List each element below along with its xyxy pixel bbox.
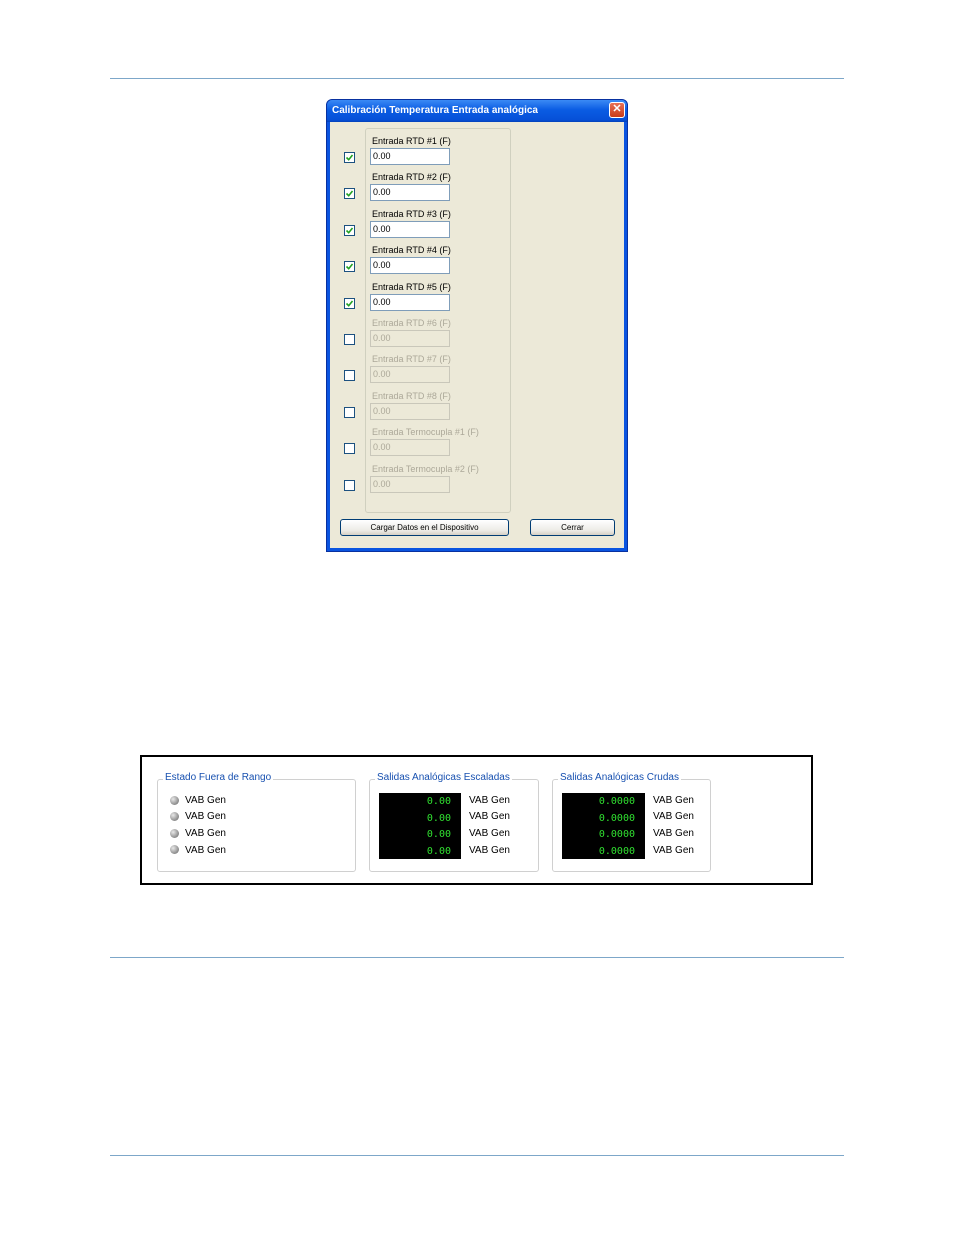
rtd-enable-checkbox[interactable] [344,297,355,309]
status-lamp-icon [170,829,179,838]
scaled-value: 0.00 [426,846,451,857]
out-of-range-label: VAB Gen [185,845,226,856]
rtd-row-label: Entrada RTD #3 (F) [372,208,451,219]
raw-outputs-group: Salidas Analógicas Crudas 0.0000 0.0000 … [552,772,711,872]
dialog-titlebar[interactable]: Calibración Temperatura Entrada analógic… [327,100,627,122]
rtd-enable-checkbox[interactable] [344,152,355,163]
raw-label: VAB Gen [653,811,694,822]
scaled-label: VAB Gen [469,795,510,806]
rtd-row-label: Entrada RTD #7 (F) [372,354,451,365]
rtd-row-label: Entrada RTD #4 (F) [372,245,451,256]
rtd-enable-checkbox[interactable] [344,479,355,491]
raw-outputs-title: Salidas Analógicas Crudas [558,772,681,783]
bottom-rule [110,1155,844,1156]
rtd-value-input[interactable]: 0.00 [370,293,450,311]
raw-label: VAB Gen [653,828,694,839]
rtd-enable-checkbox[interactable] [344,188,355,200]
out-of-range-label: VAB Gen [185,795,226,806]
rtd-row-label: Entrada RTD #5 (F) [372,281,451,292]
scaled-outputs-title: Salidas Analógicas Escaladas [375,772,512,783]
status-lamp-icon [170,796,179,805]
checkmark-icon [345,263,354,271]
load-data-button[interactable]: Cargar Datos en el Dispositivo [340,519,509,536]
rtd-value-input[interactable]: 0.00 [370,366,450,384]
dialog-title: Calibración Temperatura Entrada analógic… [332,105,538,116]
rtd-row-label: Entrada Termocupla #1 (F) [372,427,479,438]
status-lamp-icon [170,812,179,821]
top-rule [110,78,844,79]
rtd-value-input[interactable]: 0.00 [370,475,450,493]
scaled-values-display: 0.00 0.00 0.00 0.00 [379,793,461,859]
analog-output-panel: Estado Fuera de Rango VAB Gen VAB Gen VA… [140,755,813,885]
close-button[interactable]: Cerrar [530,519,615,536]
out-of-range-label: VAB Gen [185,811,226,822]
calibration-dialog: Calibración Temperatura Entrada analógic… [326,99,628,552]
rtd-enable-checkbox[interactable] [344,224,355,236]
scaled-value: 0.00 [426,813,451,824]
out-of-range-title: Estado Fuera de Rango [163,772,274,783]
rtd-row-label: Entrada Termocupla #2 (F) [372,463,479,474]
rtd-value-input[interactable]: 0.00 [370,439,450,457]
rtd-enable-checkbox[interactable] [344,370,355,382]
rtd-enable-checkbox[interactable] [344,334,355,345]
checkmark-icon [345,154,354,161]
scaled-label: VAB Gen [469,811,510,822]
dialog-client-area: Entrada RTD #1 (F) 0.00 Entrada RTD #2 (F)… [330,122,624,548]
raw-value: 0.0000 [598,846,635,857]
rtd-value-input[interactable]: 0.00 [370,220,450,238]
raw-value: 0.0000 [598,813,635,824]
scaled-outputs-group: Salidas Analógicas Escaladas 0.00 0.00 0… [369,772,539,872]
rtd-value-input[interactable]: 0.00 [370,257,450,275]
rtd-value-input[interactable]: 0.00 [370,330,450,347]
raw-value: 0.0000 [598,796,635,807]
rtd-enable-checkbox[interactable] [344,406,355,418]
raw-values-display: 0.0000 0.0000 0.0000 0.0000 [562,793,645,859]
raw-label: VAB Gen [653,845,694,856]
rtd-enable-checkbox[interactable] [344,443,355,455]
checkmark-icon [345,190,354,198]
out-of-range-label: VAB Gen [185,828,226,839]
scaled-label: VAB Gen [469,845,510,856]
raw-label: VAB Gen [653,795,694,806]
scaled-value: 0.00 [426,796,451,807]
rtd-enable-checkbox[interactable] [344,261,355,273]
rtd-row-label: Entrada RTD #6 (F) [372,318,451,328]
rtd-row-label: Entrada RTD #8 (F) [372,390,451,401]
checkmark-icon [345,300,354,307]
rtd-row-label: Entrada RTD #2 (F) [372,172,451,183]
rtd-value-input[interactable]: 0.00 [370,402,450,420]
rtd-row-label: Entrada RTD #1 (F) [372,136,451,146]
rtd-value-input[interactable]: 0.00 [370,148,450,165]
scaled-label: VAB Gen [469,828,510,839]
middle-rule [110,957,844,958]
status-lamp-icon [170,845,179,854]
close-icon[interactable]: ✕ [609,102,625,118]
raw-value: 0.0000 [598,829,635,840]
out-of-range-group: Estado Fuera de Rango VAB Gen VAB Gen VA… [157,772,356,872]
scaled-value: 0.00 [426,829,451,840]
rtd-value-input[interactable]: 0.00 [370,184,450,202]
checkmark-icon [345,227,354,234]
